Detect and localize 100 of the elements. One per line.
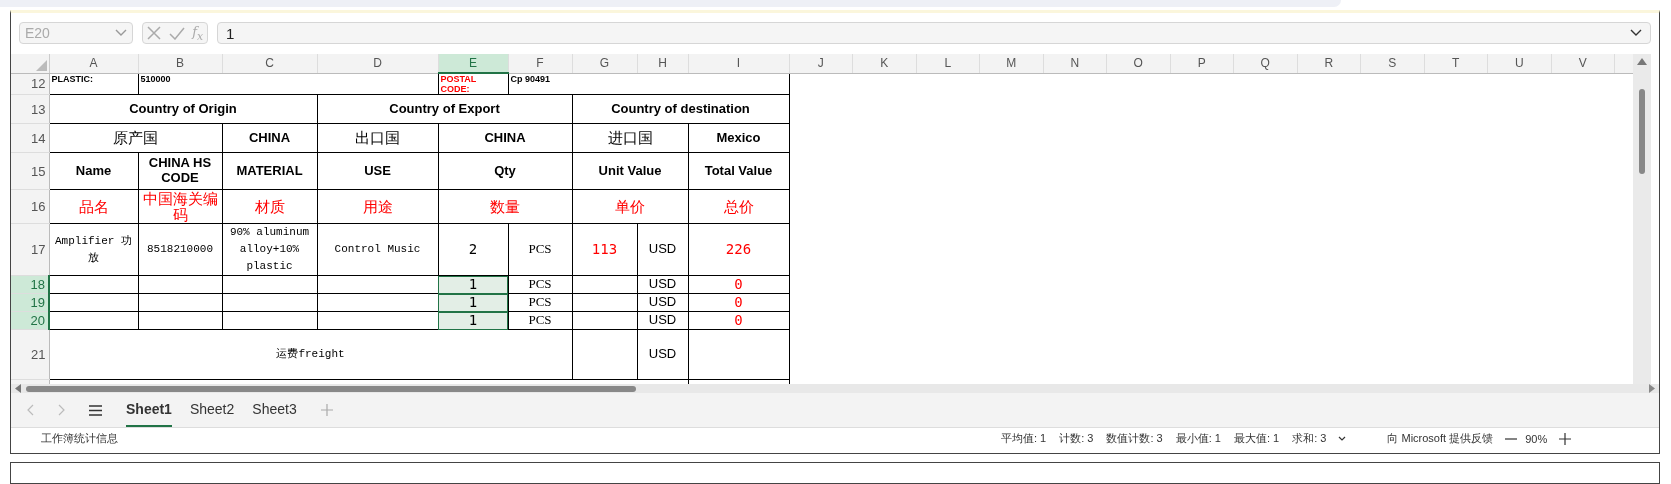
table-cell[interactable]: [222, 293, 317, 312]
table-cell[interactable]: [572, 275, 637, 294]
column-header[interactable]: K: [852, 54, 916, 73]
table-cell[interactable]: Amplifier 功放: [49, 223, 138, 276]
sheet-tab[interactable]: Sheet3: [252, 393, 297, 427]
column-header[interactable]: I: [688, 54, 789, 73]
column-header[interactable]: U: [1487, 54, 1551, 73]
table-cell[interactable]: 原产国: [49, 123, 222, 153]
table-cell[interactable]: CHINA: [438, 123, 572, 153]
check-icon[interactable]: [168, 26, 185, 40]
row-header[interactable]: 13: [11, 94, 49, 124]
table-cell[interactable]: [138, 311, 222, 330]
column-header[interactable]: V: [1551, 54, 1615, 73]
zoom-level[interactable]: 90%: [1525, 432, 1548, 445]
table-cell[interactable]: 8518210000: [138, 223, 222, 276]
column-header[interactable]: P: [1170, 54, 1234, 73]
table-cell[interactable]: PCS: [508, 293, 572, 312]
column-header[interactable]: T: [1424, 54, 1488, 73]
row-header[interactable]: 14: [11, 123, 49, 153]
table-cell[interactable]: Country of destination: [572, 94, 789, 124]
table-cell[interactable]: USD: [637, 329, 688, 380]
table-cell[interactable]: [49, 275, 138, 294]
table-cell[interactable]: USE: [317, 152, 438, 190]
table-cell[interactable]: [572, 329, 637, 380]
column-header[interactable]: F: [508, 54, 572, 73]
table-cell[interactable]: PCS: [508, 275, 572, 294]
row-header[interactable]: 15: [11, 152, 49, 190]
table-cell[interactable]: 2: [438, 223, 508, 276]
feedback-link[interactable]: 向 Microsoft 提供反馈: [1387, 431, 1494, 446]
column-header[interactable]: C: [222, 54, 317, 73]
table-cell[interactable]: 90% aluminum alloy+10% plastic: [222, 223, 317, 276]
horizontal-scrollbar[interactable]: [11, 384, 1659, 393]
table-cell[interactable]: 0: [688, 293, 789, 312]
row-header[interactable]: 16: [11, 189, 49, 224]
formula-field[interactable]: 1: [217, 22, 1651, 44]
column-header[interactable]: O: [1106, 54, 1170, 73]
chevron-down-icon[interactable]: [1338, 436, 1347, 441]
column-header[interactable]: G: [572, 54, 637, 73]
table-cell[interactable]: 总价: [688, 189, 789, 224]
table-cell[interactable]: CHINA: [222, 123, 317, 153]
vertical-scrollbar[interactable]: [1633, 54, 1651, 384]
scroll-up-icon[interactable]: [1637, 58, 1647, 65]
table-cell[interactable]: [49, 311, 138, 330]
row-header[interactable]: 12: [11, 73, 49, 95]
column-header[interactable]: L: [916, 54, 980, 73]
column-header[interactable]: H: [637, 54, 688, 73]
table-cell[interactable]: 中国海关编码: [138, 189, 222, 224]
column-header[interactable]: M: [979, 54, 1043, 73]
table-cell[interactable]: [572, 293, 637, 312]
column-header[interactable]: A: [49, 54, 138, 73]
table-cell[interactable]: 单价: [572, 189, 688, 224]
table-cell[interactable]: [138, 275, 222, 294]
column-header[interactable]: Q: [1233, 54, 1297, 73]
column-header[interactable]: D: [317, 54, 438, 73]
table-cell[interactable]: [572, 311, 637, 330]
table-cell[interactable]: [222, 275, 317, 294]
table-cell[interactable]: 0: [688, 311, 789, 330]
workbook-statistics-link[interactable]: 工作簿统计信息: [41, 431, 1001, 446]
table-cell[interactable]: 数量: [438, 189, 572, 224]
table-cell[interactable]: [222, 311, 317, 330]
table-cell[interactable]: 226: [688, 223, 789, 276]
table-cell[interactable]: 材质: [222, 189, 317, 224]
table-cell[interactable]: POSTAL CODE:: [438, 73, 508, 95]
zoom-in-icon[interactable]: [1559, 432, 1572, 445]
sheet-tab[interactable]: Sheet2: [189, 393, 235, 427]
table-cell[interactable]: Country of Export: [317, 94, 572, 124]
table-cell[interactable]: USD: [637, 223, 688, 276]
table-cell[interactable]: USD: [637, 311, 688, 330]
table-cell[interactable]: 0: [688, 275, 789, 294]
scroll-left-icon[interactable]: [15, 384, 21, 393]
column-header[interactable]: J: [789, 54, 853, 73]
table-cell[interactable]: 进口国: [572, 123, 688, 153]
zoom-out-icon[interactable]: [1505, 437, 1518, 440]
table-cell[interactable]: 出口国: [317, 123, 438, 153]
row-header[interactable]: 21: [11, 329, 49, 380]
table-cell[interactable]: 运费freight: [49, 329, 572, 380]
sheet-tab[interactable]: Sheet1: [126, 393, 172, 427]
column-header[interactable]: E: [438, 54, 508, 73]
table-cell[interactable]: [138, 293, 222, 312]
table-cell[interactable]: 510000: [138, 73, 438, 95]
chevron-down-icon[interactable]: [1630, 29, 1642, 37]
table-cell[interactable]: [49, 293, 138, 312]
table-cell[interactable]: [688, 329, 789, 380]
table-cell[interactable]: Country of Origin: [49, 94, 317, 124]
table-cell[interactable]: Control Music: [317, 223, 438, 276]
column-header[interactable]: B: [138, 54, 222, 73]
table-cell[interactable]: Unit Value: [572, 152, 688, 190]
table-cell[interactable]: PCS: [508, 311, 572, 330]
row-header[interactable]: 17: [11, 223, 49, 276]
table-cell[interactable]: PLASTIC:: [49, 73, 138, 95]
menu-icon[interactable]: [89, 404, 102, 416]
table-cell[interactable]: CHINA HS CODE: [138, 152, 222, 190]
table-cell[interactable]: USD: [637, 293, 688, 312]
table-cell[interactable]: USD: [637, 275, 688, 294]
table-cell[interactable]: Mexico: [688, 123, 789, 153]
scroll-thumb[interactable]: [1639, 89, 1645, 174]
table-cell[interactable]: 品名: [49, 189, 138, 224]
table-cell[interactable]: Cp 90491: [508, 73, 789, 95]
table-cell[interactable]: Name: [49, 152, 138, 190]
column-header[interactable]: N: [1043, 54, 1107, 73]
